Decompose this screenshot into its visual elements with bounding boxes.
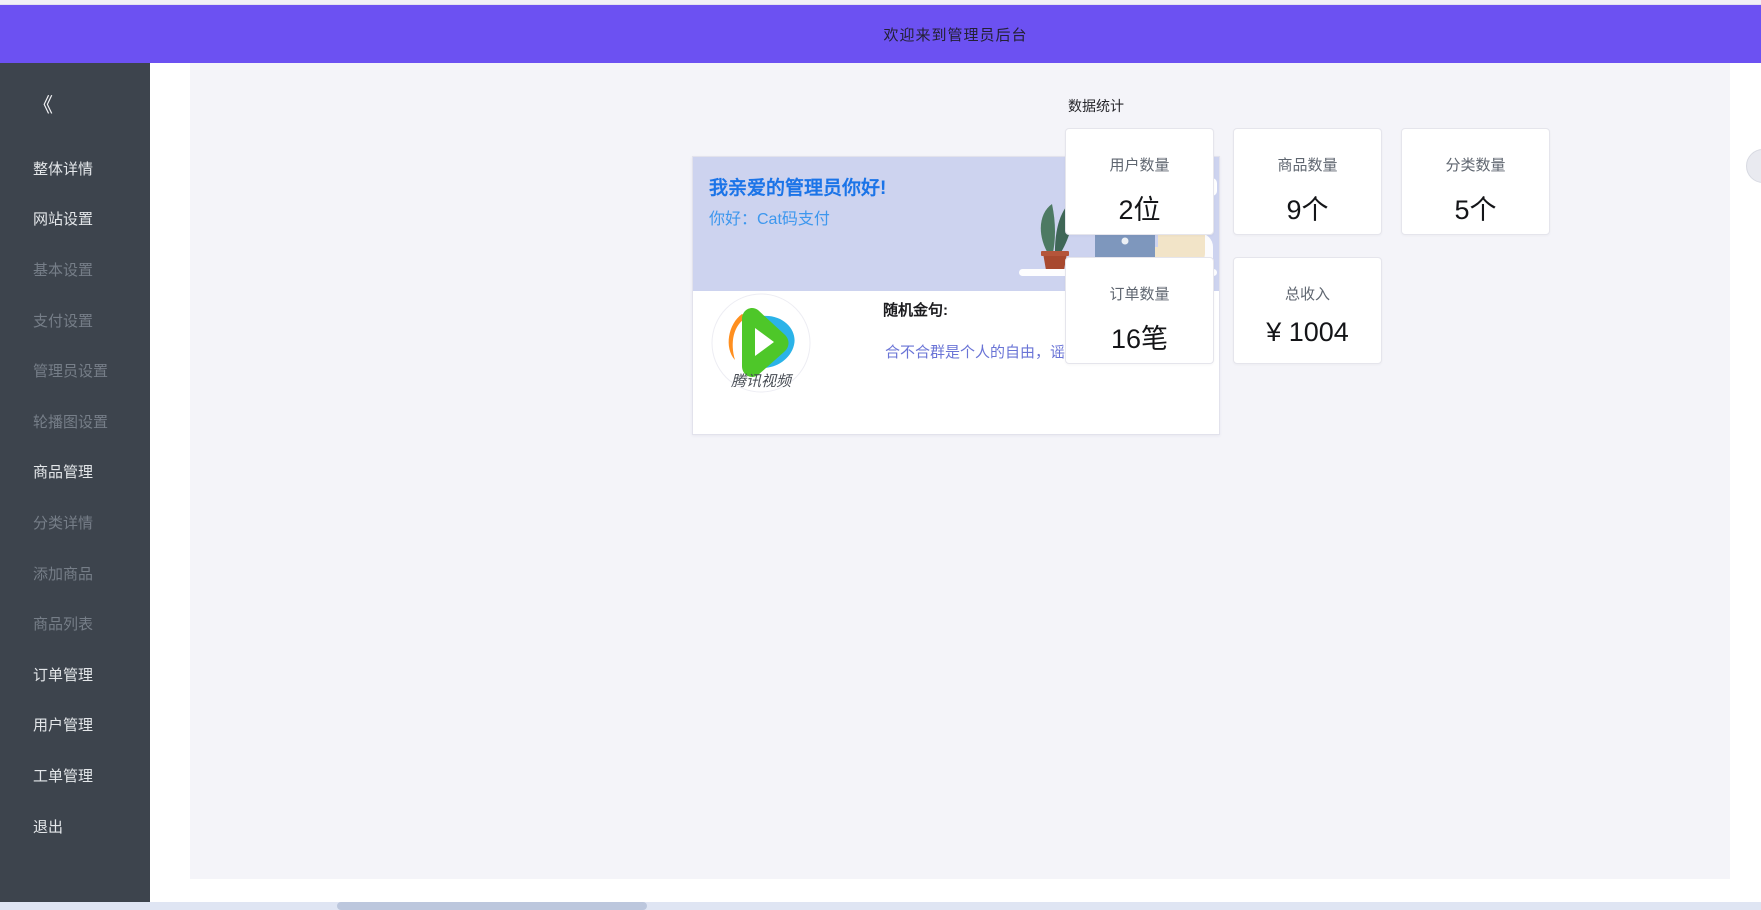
stat-label: 分类数量 [1402, 154, 1549, 175]
sidebar-item-user-mgmt[interactable]: 用户管理 [33, 700, 108, 751]
stat-value: 16笔 [1066, 317, 1213, 356]
stats-grid: 用户数量 2位 商品数量 9个 分类数量 5个 订单数量 16笔 总收入 ¥ 1… [1065, 128, 1550, 364]
content-area: 我亲爱的管理员你好! 你好：Cat码支付 [190, 63, 1730, 879]
stat-label: 订单数量 [1066, 283, 1213, 304]
sidebar-menu: 整体详情 网站设置 基本设置 支付设置 管理员设置 轮播图设置 商品管理 分类详… [33, 143, 108, 851]
horizontal-scrollbar[interactable] [0, 902, 1761, 910]
horizontal-scrollbar-thumb[interactable] [337, 902, 647, 910]
sidebar-item-overview[interactable]: 整体详情 [33, 143, 108, 194]
stat-card-revenue: 总收入 ¥ 1004 [1233, 257, 1382, 364]
app-header: 欢迎来到管理员后台 [0, 5, 1761, 63]
stat-value: 5个 [1402, 188, 1549, 227]
stat-label: 用户数量 [1066, 154, 1213, 175]
sidebar-item-product-list[interactable]: 商品列表 [33, 598, 108, 649]
floating-widget-button[interactable] [1746, 149, 1761, 183]
sidebar-item-product-mgmt[interactable]: 商品管理 [33, 447, 108, 498]
stat-card-categories: 分类数量 5个 [1401, 128, 1550, 235]
sidebar-collapse-icon[interactable]: 《 [33, 89, 53, 118]
stat-value: ¥ 1004 [1234, 317, 1381, 348]
sidebar-item-ticket-mgmt[interactable]: 工单管理 [33, 750, 108, 801]
stats-section-title: 数据统计 [1068, 96, 1124, 116]
sidebar-item-site-settings[interactable]: 网站设置 [33, 194, 108, 245]
stat-card-products: 商品数量 9个 [1233, 128, 1382, 235]
stat-card-users: 用户数量 2位 [1065, 128, 1214, 235]
sidebar-item-logout[interactable]: 退出 [33, 801, 108, 852]
sidebar-item-carousel-settings[interactable]: 轮播图设置 [33, 396, 108, 447]
stat-label: 商品数量 [1234, 154, 1381, 175]
sidebar-item-category-detail[interactable]: 分类详情 [33, 497, 108, 548]
stat-label: 总收入 [1234, 283, 1381, 304]
logo-caption: 腾讯视频 [731, 373, 794, 390]
welcome-title: 我亲爱的管理员你好! [709, 173, 886, 200]
sidebar-item-order-mgmt[interactable]: 订单管理 [33, 649, 108, 700]
page-title: 欢迎来到管理员后台 [883, 24, 1027, 45]
sidebar-item-payment-settings[interactable]: 支付设置 [33, 295, 108, 346]
tencent-video-logo-icon: 腾讯视频 [711, 291, 811, 395]
sidebar: 《 整体详情 网站设置 基本设置 支付设置 管理员设置 轮播图设置 商品管理 分… [0, 63, 150, 904]
quote-label: 随机金句: [883, 299, 948, 320]
welcome-greeting: 你好：Cat码支付 [709, 205, 830, 229]
stat-value: 9个 [1234, 188, 1381, 227]
sidebar-item-add-product[interactable]: 添加商品 [33, 548, 108, 599]
sidebar-item-admin-settings[interactable]: 管理员设置 [33, 345, 108, 396]
sidebar-item-basic-settings[interactable]: 基本设置 [33, 244, 108, 295]
stat-card-orders: 订单数量 16笔 [1065, 257, 1214, 364]
stat-value: 2位 [1066, 188, 1213, 227]
